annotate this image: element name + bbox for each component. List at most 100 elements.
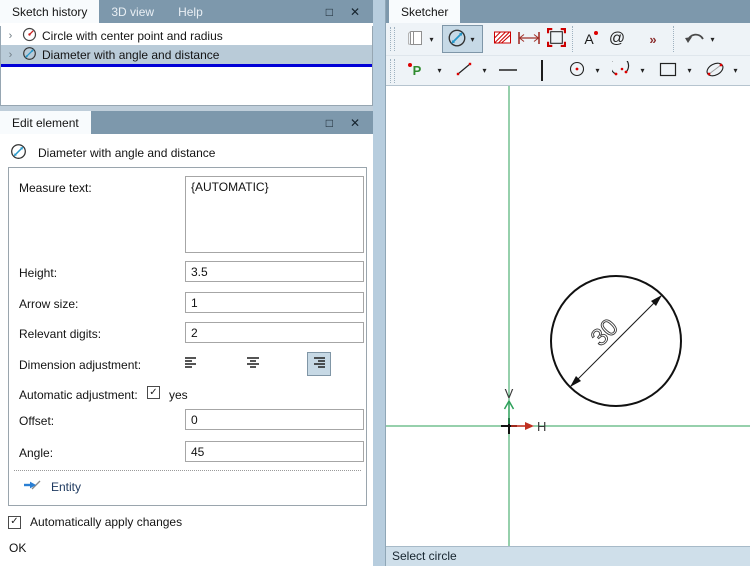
frame-tool-button[interactable] [545,26,567,52]
v-axis-label: V [505,386,514,401]
tab-help[interactable]: Help [166,0,215,23]
maximize-icon[interactable]: □ [326,117,333,129]
dropdown-icon[interactable]: ▾ [426,35,437,44]
dropdown-icon[interactable]: ▾ [637,66,648,75]
sketcher-toolbar-row1: ▾ ▾ [386,23,750,56]
automatic-adjustment-value: yes [169,388,188,402]
offset-input[interactable] [185,409,364,430]
angle-input[interactable] [185,441,364,462]
tree-item-label: Diameter with angle and distance [42,48,219,62]
dropdown-icon[interactable]: ▾ [467,35,478,44]
ok-button[interactable]: OK [9,541,26,555]
circle-diameter-icon [22,46,37,64]
sheet-tool-button[interactable] [404,26,426,52]
automatic-adjustment-label: Automatic adjustment: [19,388,138,402]
entity-row[interactable]: Entity [22,478,81,495]
dropdown-icon[interactable]: ▾ [592,66,603,75]
tree-item-diameter[interactable]: › Diameter with angle and distance [1,45,372,64]
linear-dimension-tool-button[interactable] [516,26,542,52]
sketch-canvas[interactable]: V H 30 [386,86,750,546]
x-axis-arrow [511,422,534,430]
tab-edit-element[interactable]: Edit element [0,111,91,134]
line-tool-button[interactable] [453,58,475,84]
app-window: Sketch history 3D view Help □ ✕ › [0,0,750,566]
adjust-left-button[interactable] [179,352,203,376]
maximize-icon[interactable]: □ [326,6,333,18]
height-input[interactable] [185,261,364,282]
diameter-dimension[interactable]: 30 [570,295,662,387]
close-icon[interactable]: ✕ [350,6,360,18]
vertical-line-tool-button[interactable] [531,58,553,84]
window-buttons: □ ✕ [326,111,373,134]
entity-pick-icon [22,478,42,495]
sketch-history-tree: › Circle with center point and radius › [0,26,373,106]
status-bar: Select circle [386,546,750,566]
circle-tool-button[interactable] [566,58,588,84]
horizontal-line-tool-button[interactable] [497,58,519,84]
sketcher-toolbar-row2: P ▾ ▾ [386,56,750,86]
hatch-tool-button[interactable] [491,26,513,52]
toolbar-grip[interactable] [390,27,395,51]
dropdown-icon[interactable]: ▾ [684,66,695,75]
automatic-adjustment-checkbox[interactable]: ✓ [147,386,160,399]
left-column: Sketch history 3D view Help □ ✕ › [0,0,373,566]
window-buttons: □ ✕ [326,0,373,23]
edit-element-header: Diameter with angle and distance [10,143,215,163]
sketch-drawing: V H 30 [386,86,750,546]
symbol-tool-button[interactable]: @ [606,26,628,52]
double-chevron-icon: » [649,32,656,47]
measure-text-input[interactable]: {AUTOMATIC} [185,176,364,253]
text-tool-button[interactable]: A [578,26,600,52]
rectangle-tool-button[interactable] [657,58,679,84]
circle-diameter-icon [10,143,27,163]
relevant-digits-input[interactable] [185,322,364,343]
point-tool-icon: P [411,63,424,78]
chevron-right-icon[interactable]: › [4,30,17,42]
frame-icon [547,28,566,50]
toolbar-grip[interactable] [390,59,395,83]
align-center-icon [246,356,260,372]
tree-item-label: Circle with center point and radius [42,29,223,43]
horizontal-line-icon [498,64,518,78]
properties-groupbox: Measure text: {AUTOMATIC} Height: Arrow … [8,167,367,506]
tree-item-circle[interactable]: › Circle with center point and radius [1,26,372,45]
arrow-size-input[interactable] [185,292,364,313]
dropdown-icon[interactable]: ▾ [479,66,490,75]
adjust-right-button[interactable] [307,352,331,376]
panel-splitter[interactable] [373,0,385,566]
toolbar-separator [673,26,674,52]
tab-3d-view[interactable]: 3D view [99,0,166,23]
diameter-dimension-tool-button[interactable]: ▾ [442,25,483,53]
auto-apply-label: Automatically apply changes [30,515,182,529]
edit-element-panel: Edit element □ ✕ Dia [0,111,373,566]
y-axis-arrow [505,401,514,424]
relevant-digits-label: Relevant digits: [19,327,101,341]
chevron-right-icon[interactable]: › [4,49,17,61]
circle-radius-icon [22,27,37,45]
linear-dimension-icon [516,31,542,48]
more-tools-button[interactable]: » [642,26,664,52]
close-icon[interactable]: ✕ [350,117,360,129]
align-left-icon [184,356,198,372]
ellipse-tool-button[interactable] [704,58,726,84]
adjust-center-button[interactable] [241,352,265,376]
offset-label: Offset: [19,414,54,428]
vertical-line-icon [541,60,543,81]
tab-sketch-history[interactable]: Sketch history [0,0,99,23]
point-tool-button[interactable]: P [406,58,428,84]
align-right-icon [312,356,326,372]
dropdown-icon[interactable]: ▾ [707,35,718,44]
dropdown-icon[interactable]: ▾ [434,66,445,75]
h-axis-label: H [537,419,546,434]
toolbar-separator [572,26,573,52]
auto-apply-checkbox[interactable]: ✓ [8,516,21,529]
undo-button[interactable] [683,26,707,52]
arc-tool-button[interactable] [611,58,633,84]
dimension-adjustment-label: Dimension adjustment: [19,358,141,372]
entity-label: Entity [51,480,81,494]
circle-icon [568,61,586,80]
arrow-size-label: Arrow size: [19,297,78,311]
tab-sketcher[interactable]: Sketcher [389,0,460,23]
dropdown-icon[interactable]: ▾ [730,66,741,75]
insert-position-indicator [1,64,372,67]
